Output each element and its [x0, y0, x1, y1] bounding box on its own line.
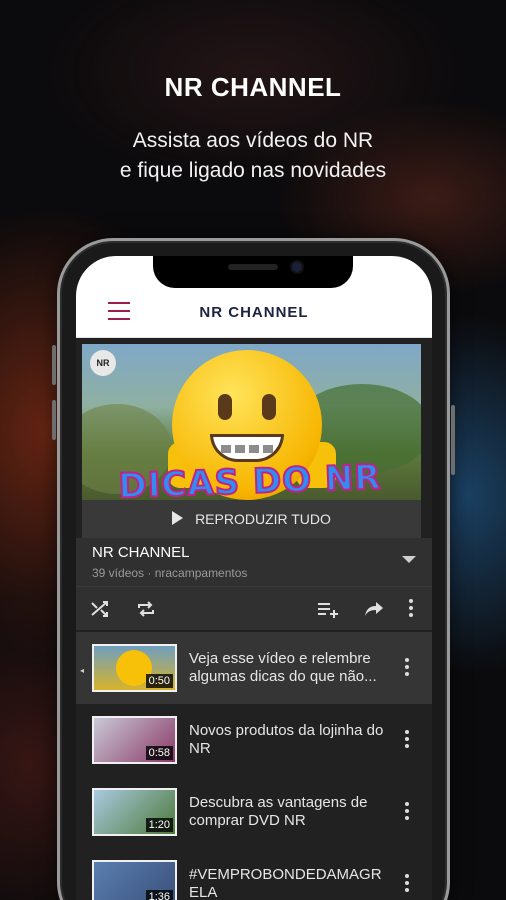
- video-duration: 1:20: [145, 818, 173, 832]
- front-camera: [292, 262, 302, 272]
- list-item[interactable]: 1:20 Descubra as vantagens de comprar DV…: [76, 776, 432, 848]
- video-duration: 0:58: [145, 746, 173, 760]
- list-item[interactable]: 0:58 Novos produtos da lojinha do NR: [76, 704, 432, 776]
- expand-chevron-icon[interactable]: [402, 556, 416, 563]
- video-list: ◂ 0:50 Veja esse vídeo e relembre alguma…: [76, 632, 432, 900]
- video-title: Novos produtos da lojinha do NR: [189, 722, 384, 757]
- share-icon[interactable]: [363, 599, 385, 623]
- playlist-info: NR CHANNEL 39 vídeos · nracampamentos: [76, 538, 432, 586]
- phone-notch: [153, 256, 353, 288]
- play-all-label: REPRODUZIR TUDO: [195, 511, 331, 527]
- playlist-add-icon[interactable]: [316, 599, 338, 623]
- more-vertical-icon[interactable]: [404, 658, 410, 678]
- phone-volume-button: [52, 345, 56, 385]
- playlist-toolbar: [76, 586, 432, 630]
- now-playing-marker: ◂: [80, 666, 85, 675]
- promo-subline: Assista aos vídeos do NR e fique ligado …: [0, 126, 506, 186]
- video-title: Descubra as vantagens de comprar DVD NR: [189, 794, 368, 829]
- more-vertical-icon[interactable]: [404, 730, 410, 750]
- playlist-title: NR CHANNEL: [92, 544, 190, 561]
- video-title: Veja esse vídeo e relembre algumas dicas…: [189, 650, 377, 685]
- phone-volume-button: [52, 400, 56, 440]
- playlist-subtitle: 39 vídeos · nracampamentos: [92, 566, 248, 580]
- list-item[interactable]: 1:36 #VEMPROBONDEDAMAGR ELA: [76, 848, 432, 900]
- video-duration: 1:36: [145, 890, 173, 900]
- promo-subline-line-1: Assista aos vídeos do NR: [132, 129, 374, 152]
- phone-speaker: [228, 264, 278, 270]
- video-thumbnail: 0:58: [92, 716, 177, 764]
- video-thumbnail: 0:50: [92, 644, 177, 692]
- repeat-icon[interactable]: [136, 599, 156, 623]
- phone-power-button: [451, 405, 455, 475]
- video-duration: 0:50: [145, 674, 173, 688]
- more-vertical-icon[interactable]: [408, 599, 414, 619]
- list-item[interactable]: ◂ 0:50 Veja esse vídeo e relembre alguma…: [76, 632, 432, 704]
- promo-headline: NR CHANNEL: [164, 72, 342, 102]
- play-all-button[interactable]: REPRODUZIR TUDO: [82, 500, 421, 538]
- play-icon: [172, 511, 184, 525]
- phone-screen: NR CHANNEL NR DICAS DO NR REPRODUZIR TUD…: [76, 256, 432, 900]
- video-thumbnail: 1:20: [92, 788, 177, 836]
- video-thumbnail: 1:36: [92, 860, 177, 900]
- video-title: #VEMPROBONDEDAMAGR ELA: [189, 866, 382, 900]
- more-vertical-icon[interactable]: [404, 802, 410, 822]
- more-vertical-icon[interactable]: [404, 874, 410, 894]
- promo-subline-line-2: e fique ligado nas novidades: [119, 159, 387, 182]
- playlist-thumbnail[interactable]: NR DICAS DO NR: [82, 344, 421, 500]
- channel-logo: NR: [90, 350, 116, 376]
- app-title: NR CHANNEL: [199, 304, 309, 321]
- shuffle-icon[interactable]: [90, 599, 110, 623]
